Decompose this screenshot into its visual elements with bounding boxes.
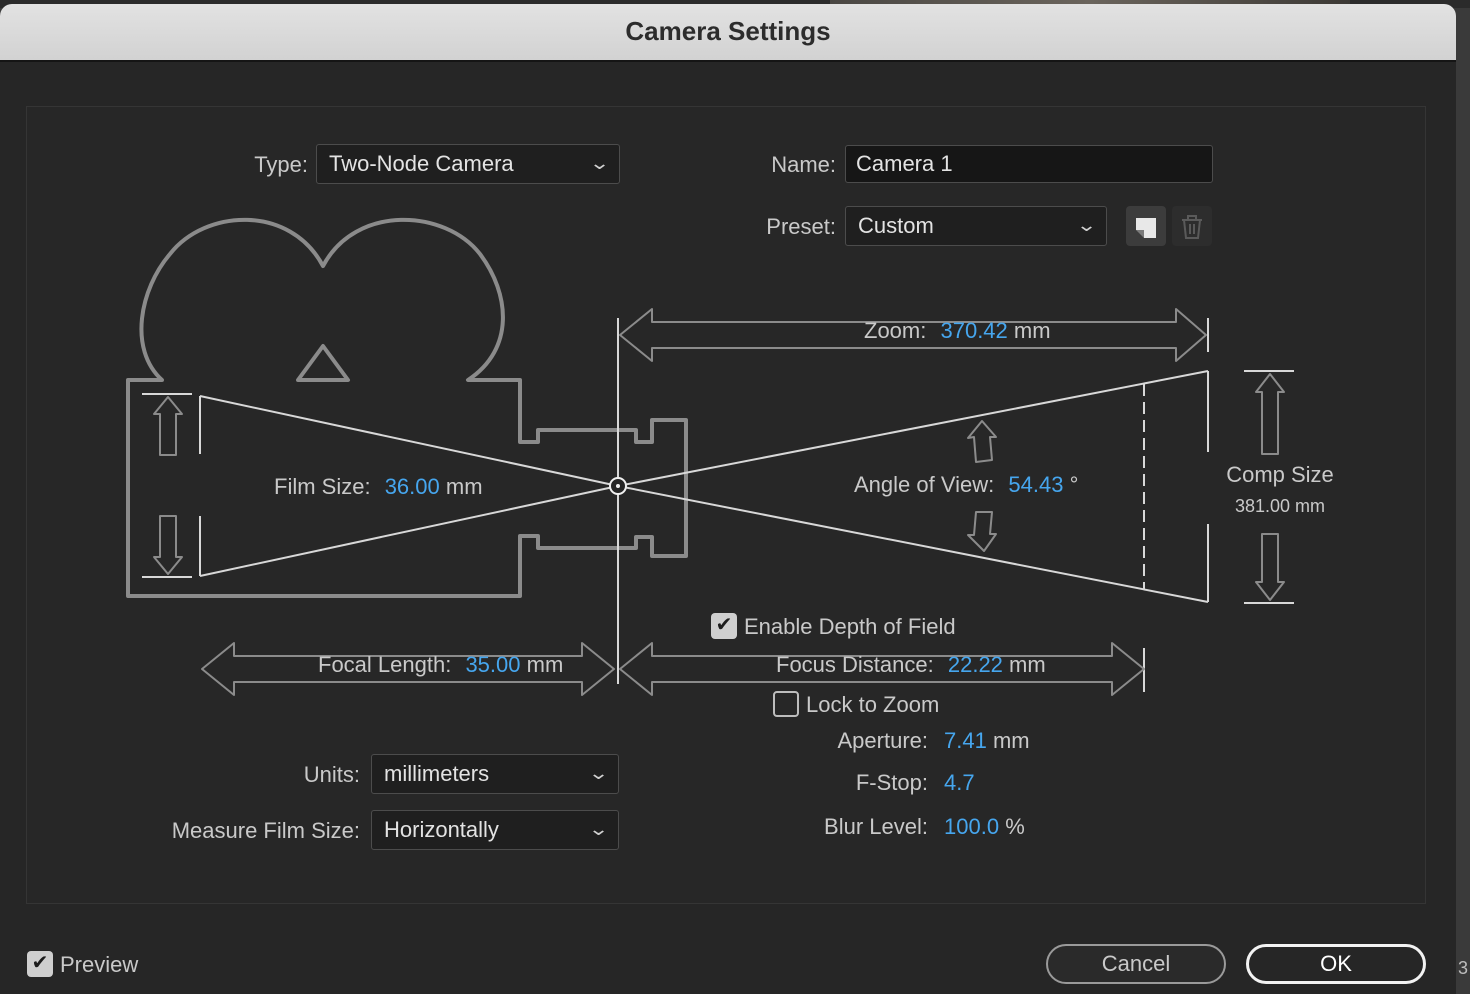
angle-of-view-label: Angle of View: [854,472,995,497]
aperture-value[interactable]: 7.41 [944,728,987,753]
preset-select[interactable]: Custom ⌄ [845,206,1107,246]
zoom-value[interactable]: 370.42 [940,318,1007,343]
delete-preset-button[interactable] [1172,206,1212,246]
save-preset-button[interactable] [1126,206,1166,246]
comp-size-label: Comp Size [1226,462,1334,487]
angle-of-view-unit: ° [1069,472,1079,497]
zoom-label: Zoom: [864,318,927,343]
chevron-down-icon: ⌄ [587,763,610,783]
angle-of-view-readout: Angle of View: 54.43 ° [854,472,1078,498]
focus-distance-value[interactable]: 22.22 [948,652,1003,677]
focal-length-readout: Focal Length: 35.00 mm [318,652,563,678]
preset-label: Preset: [766,214,836,239]
zoom-readout: Zoom: 370.42 mm [864,318,1051,344]
units-select[interactable]: millimeters ⌄ [371,754,619,794]
focal-length-label: Focal Length: [318,652,452,677]
fstop-readout: 4.7 [944,770,975,796]
units-label: Units: [303,762,360,787]
lock-to-zoom-checkbox[interactable] [773,691,799,717]
background-text: 3 [1458,958,1469,978]
type-label: Type: [254,152,308,177]
focal-length-value[interactable]: 35.00 [465,652,520,677]
comp-size-value: 381.00 mm [1234,496,1326,516]
aperture-readout: 7.41 mm [944,728,1030,754]
angle-of-view-value[interactable]: 54.43 [1008,472,1063,497]
measure-film-size-value: Horizontally [384,817,499,842]
checkmark-icon: ✔ [715,614,733,636]
measure-film-size-select[interactable]: Horizontally ⌄ [371,810,619,850]
film-size-readout: Film Size: 36.00 mm [274,474,483,500]
chevron-down-icon: ⌄ [1075,215,1098,235]
lock-to-zoom-label[interactable]: Lock to Zoom [806,692,939,718]
film-size-value[interactable]: 36.00 [385,474,440,499]
preview-label[interactable]: Preview [60,952,138,978]
focal-length-unit: mm [526,652,564,677]
depth-of-field-checkbox[interactable]: ✔ [711,613,737,639]
type-value: Two-Node Camera [329,151,514,176]
checkmark-icon: ✔ [31,952,49,974]
preset-value: Custom [858,213,934,238]
trash-icon [1182,215,1202,239]
film-size-label: Film Size: [274,474,371,499]
blur-level-label: Blur Level: [824,814,928,839]
fstop-label: F-Stop: [855,770,928,795]
film-size-unit: mm [445,474,483,499]
ok-button[interactable]: OK [1246,944,1426,984]
camera-settings-dialog: Camera Settings Type: Two-Node Camera ⌄ … [0,4,1456,994]
blur-level-readout: 100.0 % [944,814,1025,840]
depth-of-field-label[interactable]: Enable Depth of Field [744,614,956,640]
fstop-value[interactable]: 4.7 [944,770,975,795]
preview-checkbox[interactable]: ✔ [27,951,53,977]
blur-level-unit: % [1005,814,1025,839]
aperture-unit: mm [992,728,1030,753]
zoom-unit: mm [1013,318,1051,343]
type-select[interactable]: Two-Node Camera ⌄ [316,144,620,184]
save-preset-icon [1136,218,1156,238]
units-value: millimeters [384,761,490,786]
chevron-down-icon: ⌄ [587,819,610,839]
dialog-title: Camera Settings [0,4,1456,62]
measure-film-size-label: Measure Film Size: [171,818,360,843]
chevron-down-icon: ⌄ [588,153,611,173]
focus-distance-readout: Focus Distance: 22.22 mm [776,652,1046,678]
name-label: Name: [771,152,836,177]
focus-distance-unit: mm [1009,652,1046,677]
aperture-label: Aperture: [837,728,929,753]
cancel-button[interactable]: Cancel [1046,944,1226,984]
blur-level-value[interactable]: 100.0 [944,814,999,839]
name-input[interactable]: Camera 1 [845,145,1213,183]
focus-distance-label: Focus Distance: [776,652,934,677]
